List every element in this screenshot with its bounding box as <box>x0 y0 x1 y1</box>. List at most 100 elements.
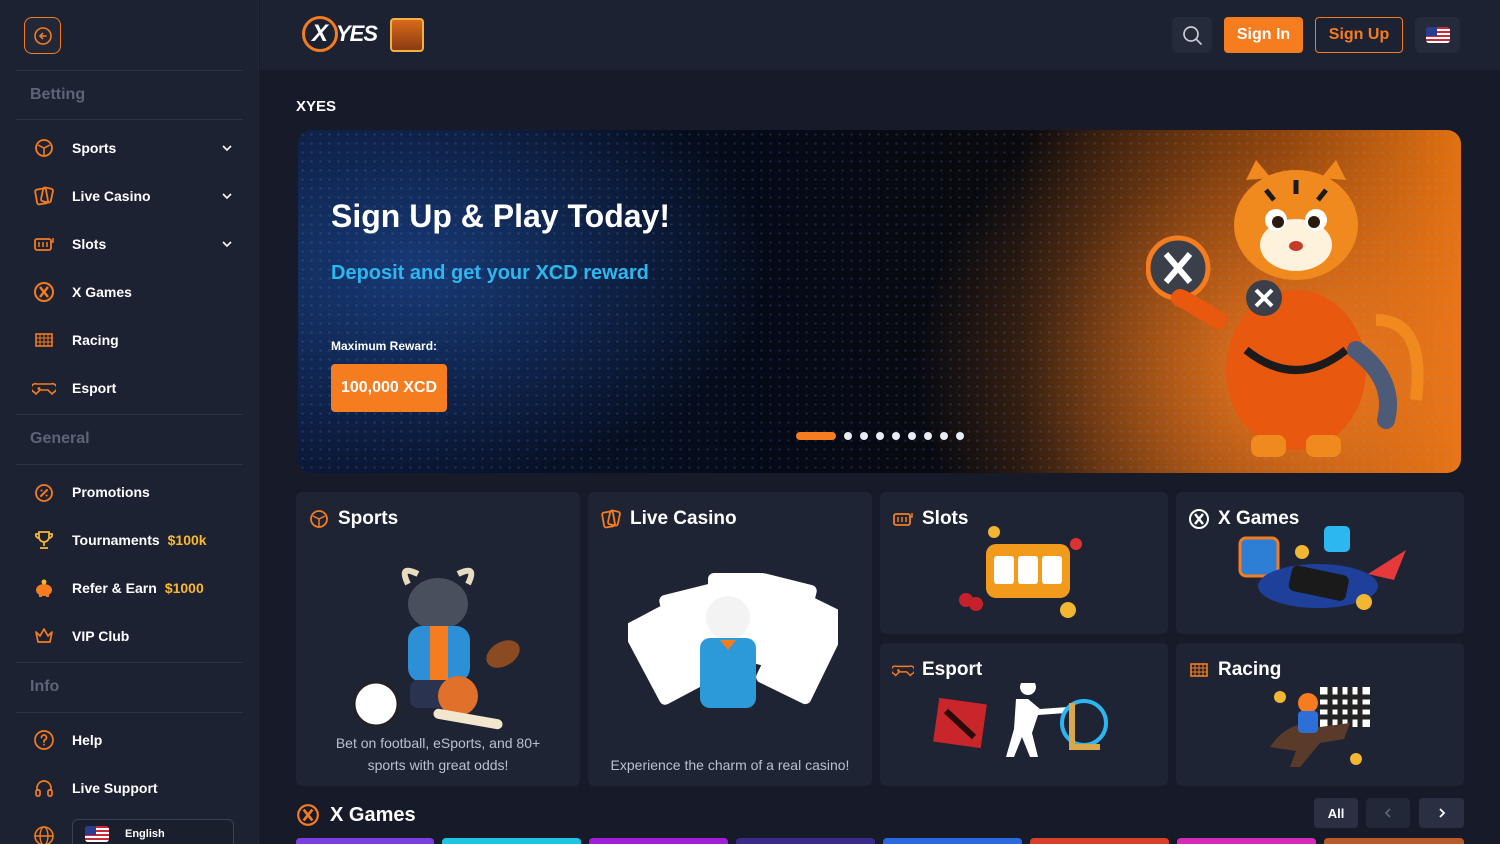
carousel-dot[interactable] <box>924 432 932 440</box>
x-games-icon <box>1188 508 1210 530</box>
sidebar: Betting Sports Live Casino Slots X Games… <box>0 0 259 844</box>
tournaments-prize-badge: $100k <box>167 532 207 548</box>
search-icon <box>1183 26 1202 45</box>
card-description: Experience the charm of a real casino! <box>610 757 850 773</box>
collapse-sidebar-button[interactable] <box>24 17 61 54</box>
sidebar-item-label: Refer & Earn <box>72 580 157 596</box>
sidebar-item-vip-club[interactable]: VIP Club <box>16 616 243 656</box>
sidebar-item-label: Live Casino <box>72 188 151 204</box>
sidebar-item-label: Sports <box>72 140 117 156</box>
language-flag-button[interactable] <box>1415 17 1460 53</box>
divider <box>16 662 243 663</box>
sidebar-item-sports[interactable]: Sports <box>16 128 243 168</box>
carousel-dot[interactable] <box>796 432 836 440</box>
game-tile[interactable] <box>883 838 1022 844</box>
card-title: Sports <box>338 508 399 529</box>
next-button[interactable] <box>1419 798 1464 828</box>
help-icon <box>32 728 56 752</box>
category-card-x-games[interactable]: X Games <box>1176 492 1464 634</box>
cards-icon <box>600 508 622 530</box>
cards-icon <box>32 184 56 208</box>
sidebar-item-label: X Games <box>72 284 132 300</box>
carousel-dot[interactable] <box>956 432 964 440</box>
banner-reward-button[interactable]: 100,000 XCD <box>331 364 447 412</box>
slots-icon <box>32 232 56 256</box>
view-all-button[interactable]: All <box>1314 798 1358 828</box>
collapse-icon <box>33 26 52 45</box>
bull-athlete-image <box>352 567 520 730</box>
game-tile[interactable] <box>1177 838 1316 844</box>
prev-button[interactable] <box>1366 798 1410 828</box>
carousel-dot[interactable] <box>940 432 948 440</box>
game-tile[interactable] <box>736 838 875 844</box>
horse-racing-image <box>1270 687 1370 767</box>
piggy-bank-icon <box>32 576 56 600</box>
game-tile[interactable] <box>1030 838 1169 844</box>
search-button[interactable] <box>1172 17 1212 53</box>
game-tile[interactable] <box>1324 838 1464 844</box>
divider <box>16 464 243 465</box>
site-logo[interactable]: X YES <box>302 16 378 52</box>
sidebar-item-esport[interactable]: Esport <box>16 368 243 408</box>
breadcrumb: XYES <box>296 98 337 115</box>
sign-in-button[interactable]: Sign In <box>1224 17 1303 53</box>
carousel-dot[interactable] <box>844 432 852 440</box>
gamepad-icon <box>32 376 56 400</box>
card-title: Esport <box>922 659 983 680</box>
promo-banner[interactable]: Sign Up & Play Today! Deposit and get yo… <box>298 130 1461 473</box>
sidebar-item-racing[interactable]: Racing <box>16 320 243 360</box>
sidebar-item-label: Help <box>72 732 103 748</box>
chevron-left-icon <box>1384 808 1391 818</box>
section-title-info: Info <box>30 678 60 695</box>
carousel-dot[interactable] <box>860 432 868 440</box>
carousel-dot[interactable] <box>876 432 884 440</box>
divider <box>16 712 243 713</box>
banner-subtitle: Deposit and get your XCD reward <box>331 262 649 284</box>
racing-flag-icon <box>1188 659 1210 681</box>
category-card-sports[interactable]: Sports Bet on football, eSports, and 80+… <box>296 492 580 786</box>
carousel-dot[interactable] <box>908 432 916 440</box>
chevron-down-icon[interactable] <box>221 142 233 154</box>
promotions-icon <box>32 480 56 504</box>
bear-dealer-cards-image <box>628 573 838 708</box>
chevron-down-icon[interactable] <box>221 238 233 250</box>
category-card-live-casino[interactable]: Live Casino Experience the charm of a re… <box>588 492 872 786</box>
us-flag-icon <box>1425 27 1450 43</box>
sidebar-item-slots[interactable]: Slots <box>16 224 243 264</box>
sports-icon <box>32 136 56 160</box>
game-tile[interactable] <box>296 838 434 844</box>
language-select[interactable]: English <box>72 819 234 844</box>
sidebar-item-x-games[interactable]: X Games <box>16 272 243 312</box>
sign-up-button[interactable]: Sign Up <box>1315 17 1403 53</box>
sidebar-item-tournaments[interactable]: Tournaments $100k <box>16 520 243 560</box>
carousel-dots <box>796 432 964 440</box>
sidebar-item-help[interactable]: Help <box>16 720 243 760</box>
sidebar-item-label: Tournaments <box>72 532 160 548</box>
sidebar-item-live-support[interactable]: Live Support <box>16 768 243 808</box>
category-card-slots[interactable]: Slots <box>880 492 1168 634</box>
esport-titles-image <box>933 683 1108 757</box>
carousel-dot[interactable] <box>892 432 900 440</box>
category-card-racing[interactable]: Racing <box>1176 643 1464 786</box>
crown-icon <box>32 624 56 648</box>
category-card-esport[interactable]: Esport <box>880 643 1168 786</box>
sidebar-item-promotions[interactable]: Promotions <box>16 472 243 512</box>
sidebar-item-live-casino[interactable]: Live Casino <box>16 176 243 216</box>
chevron-down-icon[interactable] <box>221 190 233 202</box>
sports-icon <box>308 508 330 530</box>
x-games-section-header: X Games <box>296 803 416 827</box>
sidebar-item-label: VIP Club <box>72 628 130 644</box>
us-flag-icon <box>85 826 109 842</box>
game-tile[interactable] <box>442 838 581 844</box>
divider <box>16 70 243 71</box>
sidebar-item-label: Promotions <box>72 484 150 500</box>
sidebar-item-refer-earn[interactable]: Refer & Earn $1000 <box>16 568 243 608</box>
sidebar-item-label: Racing <box>72 332 119 348</box>
game-tile[interactable] <box>589 838 728 844</box>
refer-reward-badge: $1000 <box>164 580 204 596</box>
card-header: Esport <box>892 659 982 681</box>
banner-title: Sign Up & Play Today! <box>331 198 670 234</box>
treasure-chest-icon[interactable] <box>390 18 424 52</box>
x-games-icon <box>32 280 56 304</box>
section-title-betting: Betting <box>30 86 86 103</box>
